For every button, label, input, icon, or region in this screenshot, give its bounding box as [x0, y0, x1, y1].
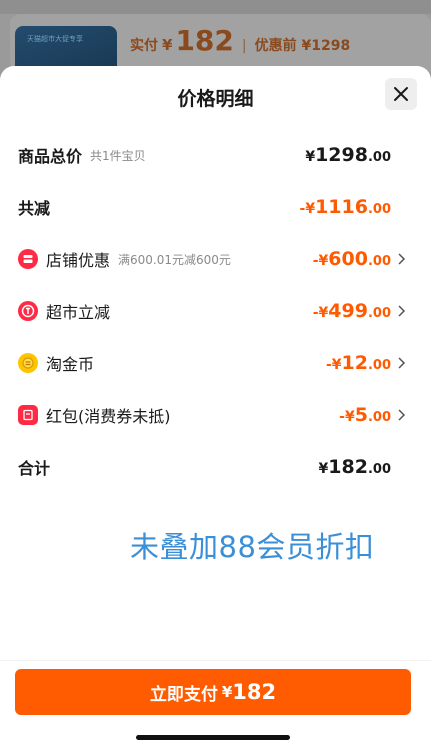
- amount-decimal: .00: [367, 254, 391, 269]
- paid-label: 实付: [130, 38, 158, 54]
- amount-integer: 182: [328, 456, 368, 478]
- chevron-right-icon: [398, 409, 406, 421]
- amount-integer: 12: [341, 352, 368, 374]
- grand-total-amount: ¥ 182 .00: [319, 452, 391, 482]
- currency-symbol: -¥: [312, 305, 329, 321]
- paid-currency: ¥: [162, 36, 173, 54]
- store-discount-row[interactable]: 店铺优惠 满600.01元减600元 -¥ 600 .00: [0, 244, 431, 274]
- before-discount-price: 优惠前 ¥1298: [254, 38, 351, 54]
- amount-integer: 600: [328, 248, 368, 270]
- amount-decimal: .00: [367, 358, 391, 373]
- screen: 天猫超市大促专享 实付 ¥ 182 | 优惠前 ¥1298 价格明细 商品总价 …: [0, 0, 431, 744]
- pay-now-button[interactable]: 立即支付 ¥ 182: [15, 669, 411, 715]
- goods-total-amount: ¥ 1298 .00: [305, 140, 391, 170]
- sheet-title: 价格明细: [177, 88, 254, 110]
- pay-currency: ¥: [221, 683, 233, 701]
- red-packet-label-group: 红包(消费券未抵): [46, 400, 171, 430]
- pay-amount: 182: [232, 680, 277, 704]
- amount-decimal: .00: [367, 150, 391, 165]
- gold-coin-icon: [18, 353, 38, 373]
- supermarket-reduction-amount: -¥ 499 .00: [313, 296, 391, 326]
- amount-integer: 5: [354, 404, 368, 426]
- amount-integer: 1116: [315, 196, 368, 218]
- amount-decimal: .00: [367, 202, 391, 217]
- store-coupon-icon: [18, 249, 38, 269]
- price-separator: |: [241, 38, 247, 54]
- thumbnail-caption: 天猫超市大促专享: [27, 35, 83, 43]
- grand-total-row: 合计 ¥ 182 .00: [0, 452, 431, 482]
- footer-divider: [0, 660, 431, 661]
- currency-symbol: -¥: [339, 409, 355, 425]
- chevron-right-icon: [398, 305, 406, 317]
- member-discount-note: 未叠加88会员折扣: [130, 530, 375, 564]
- currency-symbol: -¥: [312, 253, 329, 269]
- chevron-right-icon: [398, 253, 406, 265]
- goods-total-row: 商品总价 共1件宝贝 ¥ 1298 .00: [0, 140, 431, 170]
- store-discount-label: 店铺优惠: [46, 251, 111, 270]
- taojinbi-label-group: 淘金币: [46, 348, 94, 378]
- chevron-right-icon: [398, 357, 406, 369]
- store-discount-rule: 满600.01元减600元: [118, 252, 231, 267]
- total-reduction-row: 共减 -¥ 1116 .00: [0, 192, 431, 222]
- background-price-line: 实付 ¥ 182 | 优惠前 ¥1298: [130, 24, 350, 62]
- goods-total-label: 商品总价: [18, 147, 83, 166]
- amount-integer: 1298: [315, 144, 368, 166]
- amount-decimal: .00: [367, 410, 391, 425]
- total-reduction-label: 共减: [18, 199, 51, 218]
- store-discount-amount: -¥ 600 .00: [313, 244, 391, 274]
- home-indicator[interactable]: [136, 735, 290, 740]
- paid-value: 182: [175, 24, 234, 57]
- red-packet-amount: -¥ 5 .00: [339, 400, 391, 430]
- amount-decimal: .00: [367, 462, 391, 477]
- supermarket-reduction-label-group: 超市立减: [46, 296, 110, 326]
- amount-decimal: .00: [367, 306, 391, 321]
- red-packet-icon: [18, 405, 38, 425]
- close-icon: [394, 87, 408, 101]
- red-packet-row[interactable]: 红包(消费券未抵) -¥ 5 .00: [0, 400, 431, 430]
- taojinbi-row[interactable]: 淘金币 -¥ 12 .00: [0, 348, 431, 378]
- total-reduction-amount: -¥ 1116 .00: [300, 192, 391, 222]
- close-button[interactable]: [385, 78, 417, 110]
- grand-total-label: 合计: [18, 459, 51, 478]
- taojinbi-amount: -¥ 12 .00: [326, 348, 391, 378]
- currency-symbol: ¥: [305, 149, 316, 165]
- amount-integer: 499: [328, 300, 368, 322]
- pay-now-label: 立即支付: [149, 684, 218, 705]
- taojinbi-label: 淘金币: [46, 355, 95, 374]
- supermarket-reduction-row[interactable]: 超市立减 -¥ 499 .00: [0, 296, 431, 326]
- red-packet-label: 红包(消费券未抵): [46, 407, 171, 426]
- total-reduction-label-group: 共减: [18, 192, 50, 222]
- supermarket-icon: [18, 301, 38, 321]
- price-detail-sheet: 价格明细 商品总价 共1件宝贝 ¥ 1298 .00 共减 -¥ 1116 .0…: [0, 66, 431, 744]
- background-strip: [0, 0, 431, 14]
- currency-symbol: -¥: [299, 201, 316, 217]
- supermarket-reduction-label: 超市立减: [46, 303, 111, 322]
- currency-symbol: -¥: [325, 357, 342, 373]
- currency-symbol: ¥: [318, 461, 329, 477]
- goods-total-label-group: 商品总价 共1件宝贝: [18, 140, 146, 170]
- grand-total-label-group: 合计: [18, 452, 50, 482]
- store-discount-label-group: 店铺优惠 满600.01元减600元: [46, 244, 231, 274]
- item-count: 共1件宝贝: [90, 148, 146, 163]
